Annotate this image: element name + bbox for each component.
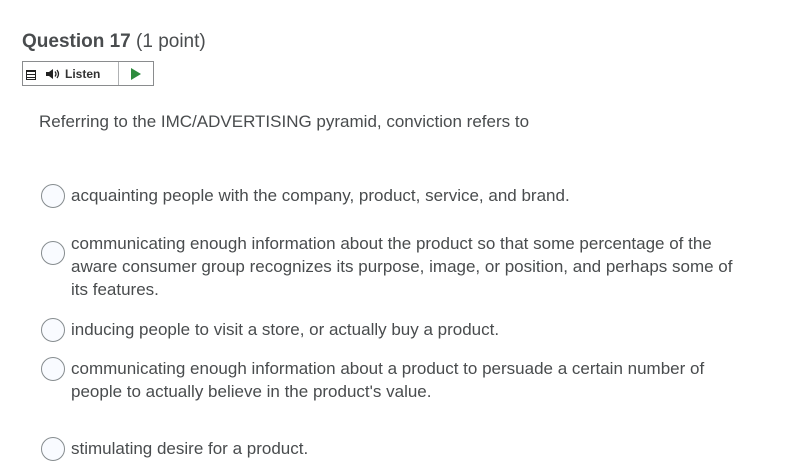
answer-option-3[interactable]: inducing people to visit a store, or act… [41, 318, 751, 342]
speaker-icon [46, 68, 60, 79]
radio-button[interactable] [41, 437, 65, 461]
radio-button[interactable] [41, 241, 65, 265]
question-points: (1 point) [136, 31, 206, 52]
listen-toolbar: Listen [22, 61, 154, 86]
answer-option-2[interactable]: communicating enough information about t… [41, 232, 751, 301]
menu-icon [26, 70, 36, 80]
question-text: Referring to the IMC/ADVERTISING pyramid… [39, 112, 530, 131]
question-header: Question 17 (1 point) [22, 30, 206, 54]
play-button[interactable] [119, 62, 153, 85]
answer-label: communicating enough information about t… [71, 234, 733, 299]
listen-label: Listen [65, 66, 101, 81]
answer-option-4[interactable]: communicating enough information about a… [41, 357, 711, 403]
answer-option-1[interactable]: acquainting people with the company, pro… [41, 184, 751, 208]
question-title: Question 17 [22, 31, 131, 52]
listen-menu-button[interactable] [23, 62, 37, 85]
answer-label: acquainting people with the company, pro… [71, 186, 570, 205]
radio-button[interactable] [41, 184, 65, 208]
listen-button[interactable]: Listen [37, 62, 119, 85]
answer-label: communicating enough information about a… [71, 359, 705, 401]
radio-button[interactable] [41, 318, 65, 342]
answer-option-5[interactable]: stimulating desire for a product. [41, 437, 751, 461]
play-icon [131, 67, 141, 80]
radio-button[interactable] [41, 357, 65, 381]
answer-label: inducing people to visit a store, or act… [71, 320, 500, 339]
answer-label: stimulating desire for a product. [71, 439, 309, 458]
